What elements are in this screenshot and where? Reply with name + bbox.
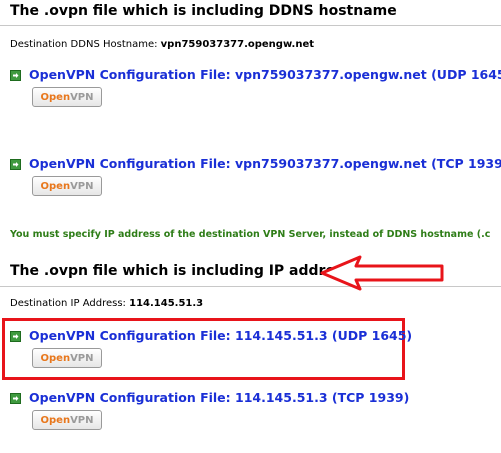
ip-destination-label: Destination IP Address: [10, 298, 126, 309]
ip-udp-config-link[interactable]: OpenVPN Configuration File: 114.145.51.3… [29, 328, 412, 343]
section-divider [0, 25, 501, 26]
openvpn-logo-vpn: VPN [70, 91, 94, 103]
ddns-tcp-openvpn-button[interactable]: Open VPN [32, 176, 102, 196]
ip-tcp-config-link[interactable]: OpenVPN Configuration File: 114.145.51.3… [29, 390, 409, 405]
ddns-warning-text: You must specify IP address of the desti… [10, 229, 491, 240]
ip-tcp-openvpn-button[interactable]: Open VPN [32, 410, 102, 430]
download-arrow-icon [10, 331, 21, 342]
download-arrow-icon [10, 159, 21, 170]
openvpn-logo-vpn: VPN [70, 352, 94, 364]
ip-udp-openvpn-button[interactable]: Open VPN [32, 348, 102, 368]
ip-section-title: The .ovpn file which is including IP add… [10, 263, 352, 279]
openvpn-logo-open: Open [40, 180, 71, 192]
ip-destination-line: Destination IP Address: 114.145.51.3 [10, 298, 203, 309]
openvpn-logo-vpn: VPN [70, 180, 94, 192]
download-arrow-icon [10, 393, 21, 404]
ddns-destination-line: Destination DDNS Hostname: vpn759037377.… [10, 39, 314, 50]
red-left-arrow-icon [320, 255, 444, 291]
ddns-section-title: The .ovpn file which is including DDNS h… [10, 3, 397, 19]
download-arrow-icon [10, 70, 21, 81]
openvpn-logo-open: Open [40, 352, 71, 364]
ddns-destination-label: Destination DDNS Hostname: [10, 39, 158, 50]
openvpn-logo-open: Open [40, 414, 71, 426]
openvpn-logo-open: Open [40, 91, 71, 103]
ip-destination-value: 114.145.51.3 [129, 298, 204, 309]
openvpn-logo-vpn: VPN [70, 414, 94, 426]
ddns-udp-openvpn-button[interactable]: Open VPN [32, 87, 102, 107]
ddns-destination-value: vpn759037377.opengw.net [160, 39, 315, 50]
ddns-tcp-config-link[interactable]: OpenVPN Configuration File: vpn759037377… [29, 156, 501, 171]
ddns-udp-config-link[interactable]: OpenVPN Configuration File: vpn759037377… [29, 67, 501, 82]
